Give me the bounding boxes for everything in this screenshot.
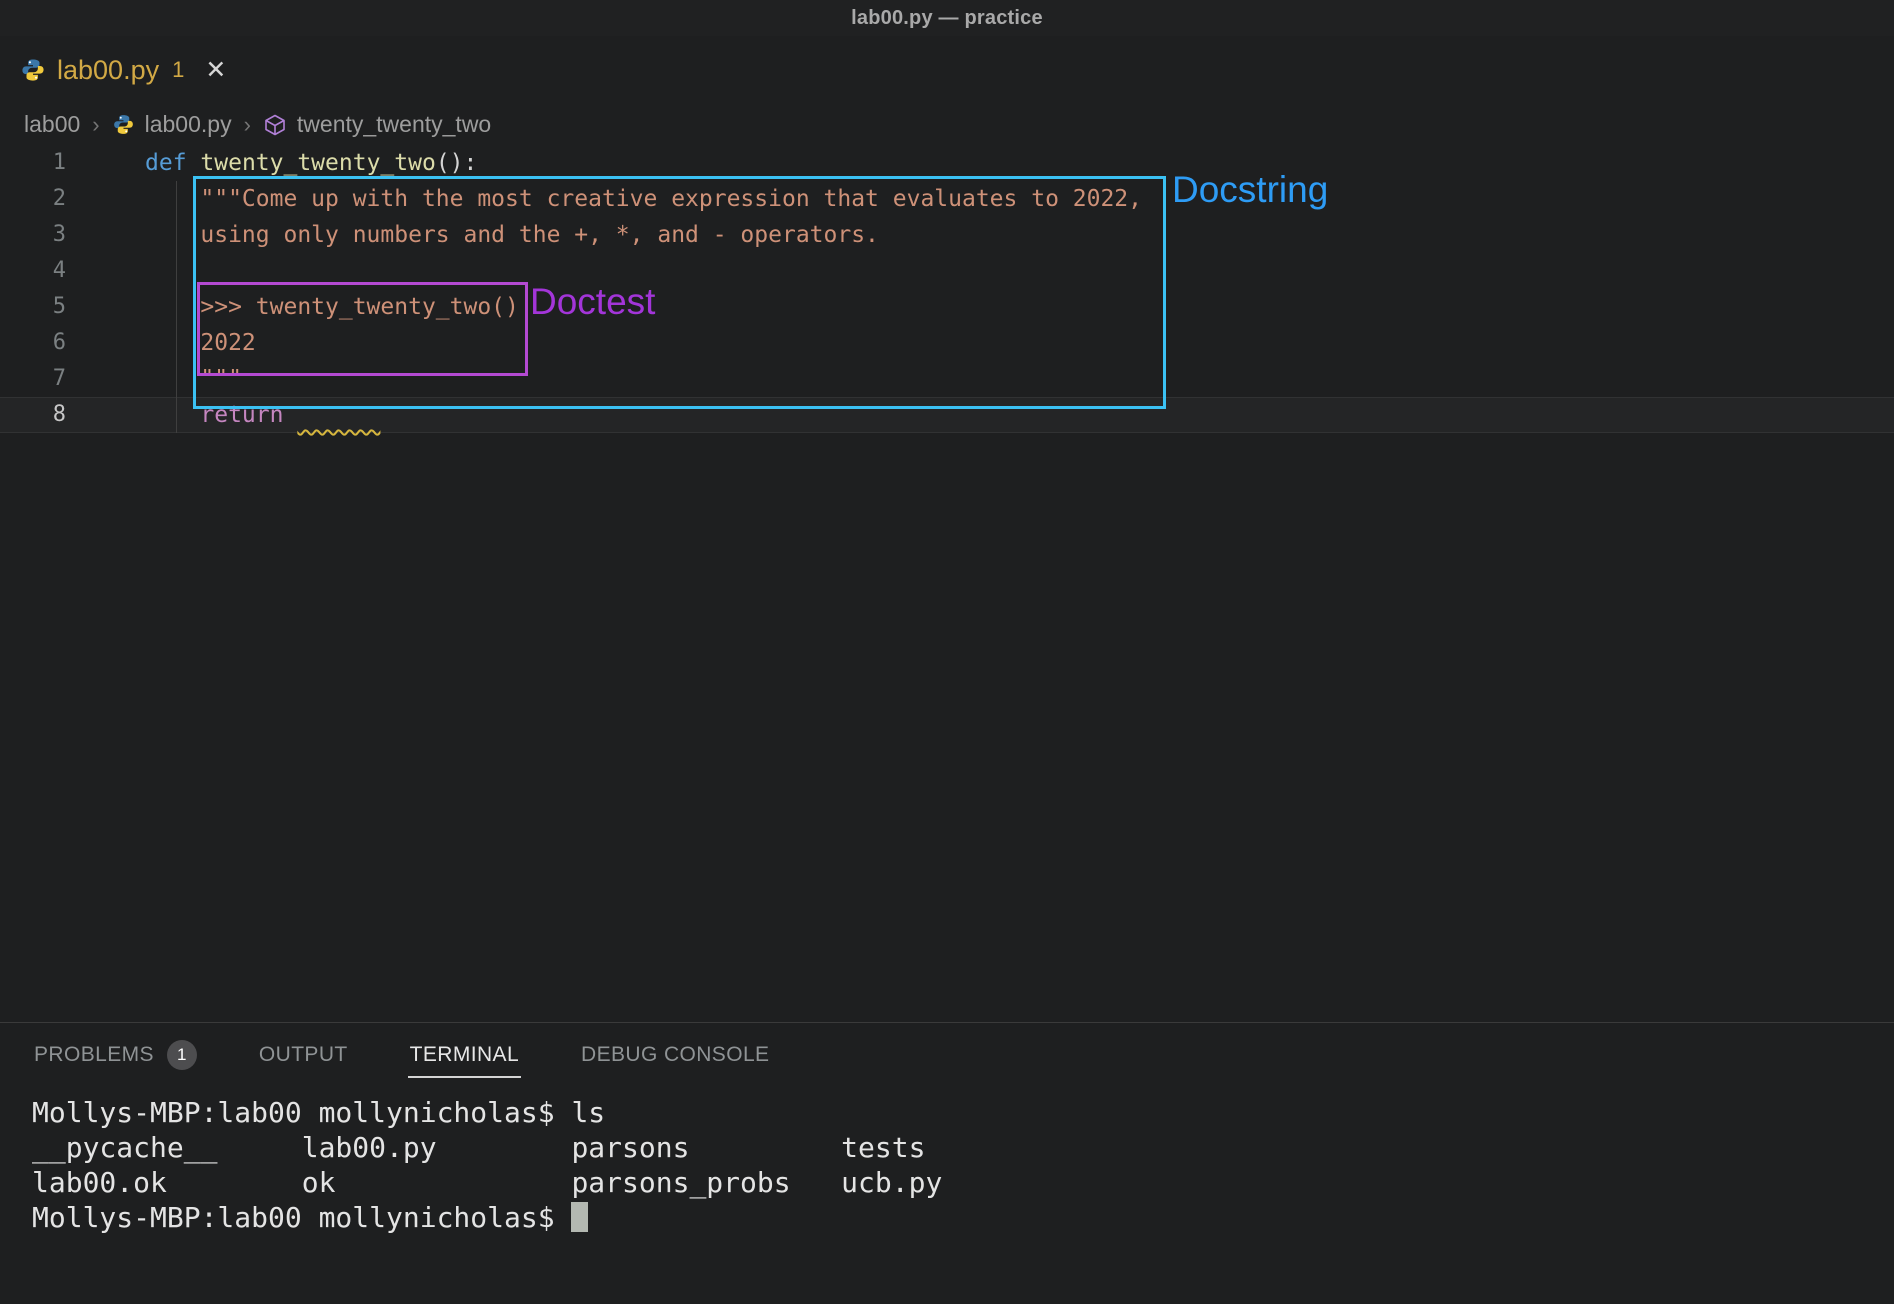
panel-tab-terminal[interactable]: TERMINAL: [408, 1028, 521, 1078]
code-editor[interactable]: 1def twenty_twenty_two():2 """Come up wi…: [0, 145, 1894, 1022]
code-line-5[interactable]: 5 >>> twenty_twenty_two(): [0, 289, 1894, 325]
code-token: return: [200, 402, 283, 428]
code-token: twenty_twenty_two: [200, 150, 435, 176]
breadcrumb-separator: ›: [242, 112, 253, 138]
line-number: 3: [0, 217, 66, 253]
code-lines: 1def twenty_twenty_two():2 """Come up wi…: [0, 145, 1894, 433]
code-token: [297, 402, 380, 428]
code-token: 2022: [145, 330, 256, 356]
code-line-8[interactable]: 8 return: [0, 397, 1894, 433]
code-line-3[interactable]: 3 using only numbers and the +, *, and -…: [0, 217, 1894, 253]
code-token: >>> twenty_twenty_two(): [145, 294, 519, 320]
code-text: """Come up with the most creative expres…: [66, 181, 1142, 217]
line-number: 2: [0, 181, 66, 217]
terminal-prompt-line: Mollys-MBP:lab00 mollynicholas$: [32, 1200, 1894, 1235]
tab-label: lab00.py: [57, 55, 159, 86]
code-line-4[interactable]: 4: [0, 253, 1894, 289]
code-token: [145, 402, 200, 428]
tab-problem-count: 1: [172, 57, 184, 83]
tab-bar: lab00.py 1 ✕: [0, 36, 1894, 104]
breadcrumb-separator: ›: [90, 112, 101, 138]
terminal-line: __pycache__ lab00.py parsons tests: [32, 1130, 1894, 1165]
code-text: return: [66, 397, 380, 433]
panel-tab-label: PROBLEMS: [34, 1043, 154, 1067]
code-text: def twenty_twenty_two():: [66, 145, 477, 181]
code-token: [283, 402, 297, 428]
code-token: """: [145, 366, 242, 392]
code-text: """: [66, 361, 242, 397]
code-line-2[interactable]: 2 """Come up with the most creative expr…: [0, 181, 1894, 217]
panel-tab-problems[interactable]: PROBLEMS 1: [32, 1025, 199, 1081]
indent-guide: [176, 181, 177, 433]
line-number: 1: [0, 145, 66, 181]
terminal[interactable]: Mollys-MBP:lab00 mollynicholas$ ls__pyca…: [0, 1083, 1894, 1235]
code-text: >>> twenty_twenty_two(): [66, 289, 519, 325]
line-number: 8: [0, 397, 66, 433]
symbol-cube-icon: [263, 113, 287, 137]
code-line-6[interactable]: 6 2022: [0, 325, 1894, 361]
terminal-line: lab00.ok ok parsons_probs ucb.py: [32, 1165, 1894, 1200]
tab-close-icon[interactable]: ✕: [205, 58, 226, 83]
terminal-cursor: [571, 1202, 588, 1232]
line-number: 5: [0, 289, 66, 325]
code-token: def: [145, 150, 187, 176]
panel-tab-bar: PROBLEMS 1 OUTPUT TERMINAL DEBUG CONSOLE: [0, 1023, 1894, 1083]
panel-tab-label: TERMINAL: [410, 1043, 519, 1067]
python-icon: [20, 57, 46, 83]
line-number: 7: [0, 361, 66, 397]
panel-tab-debug-console[interactable]: DEBUG CONSOLE: [579, 1028, 771, 1078]
code-token: using only numbers and the +, *, and - o…: [145, 222, 879, 248]
code-text: 2022: [66, 325, 256, 361]
window-title: lab00.py — practice: [851, 7, 1043, 30]
breadcrumb-file[interactable]: lab00.py: [145, 111, 232, 138]
code-token: [187, 150, 201, 176]
breadcrumb-symbol[interactable]: twenty_twenty_two: [297, 111, 491, 138]
code-text: using only numbers and the +, *, and - o…: [66, 217, 879, 253]
breadcrumb-folder[interactable]: lab00: [24, 111, 80, 138]
panel-tab-output[interactable]: OUTPUT: [257, 1028, 350, 1078]
python-icon: [112, 113, 135, 136]
terminal-prompt: Mollys-MBP:lab00 mollynicholas$: [32, 1201, 571, 1234]
terminal-line: Mollys-MBP:lab00 mollynicholas$ ls: [32, 1095, 1894, 1130]
titlebar: lab00.py — practice: [0, 0, 1894, 36]
code-line-7[interactable]: 7 """: [0, 361, 1894, 397]
vscode-window: lab00.py — practice lab00.py 1 ✕ lab00 ›: [0, 0, 1894, 1304]
problems-count-badge: 1: [167, 1040, 197, 1070]
breadcrumb: lab00 › lab00.py › twenty_twenty_two: [0, 104, 1894, 145]
code-token: """Come up with the most creative expres…: [145, 186, 1142, 212]
panel-tab-label: DEBUG CONSOLE: [581, 1043, 769, 1067]
code-token: ():: [436, 150, 478, 176]
tab-lab00py[interactable]: lab00.py 1 ✕: [0, 36, 250, 104]
line-number: 4: [0, 253, 66, 289]
code-text: [66, 253, 145, 289]
bottom-panel: PROBLEMS 1 OUTPUT TERMINAL DEBUG CONSOLE Mol…: [0, 1022, 1894, 1304]
panel-tab-label: OUTPUT: [259, 1043, 348, 1067]
code-line-1[interactable]: 1def twenty_twenty_two():: [0, 145, 1894, 181]
line-number: 6: [0, 325, 66, 361]
